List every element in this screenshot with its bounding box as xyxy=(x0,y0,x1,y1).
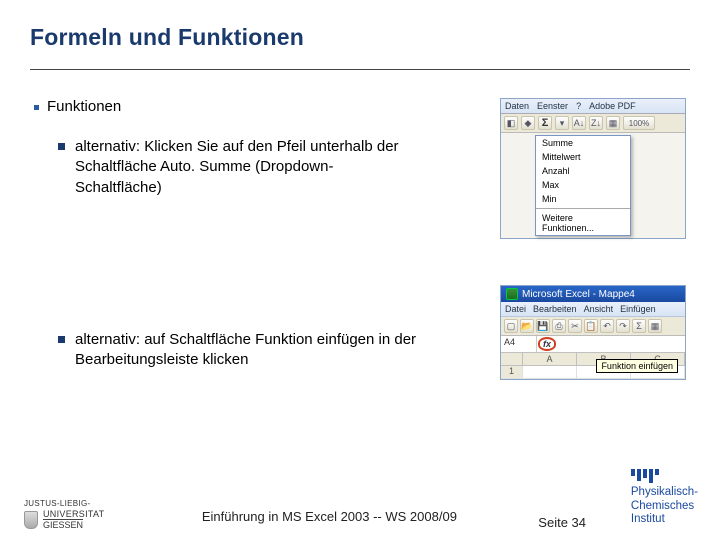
slide-title: Formeln und Funktionen xyxy=(30,24,690,51)
toolbar-button-icon: 📋 xyxy=(584,319,598,333)
bullet-level1: Funktionen xyxy=(34,98,480,115)
bullet-alt2-text: alternativ: auf Schaltfläche Funktion ei… xyxy=(75,330,418,371)
dropdown-item-mittelwert: Mittelwert xyxy=(536,150,630,164)
sort-asc-icon: A↓ xyxy=(572,116,586,130)
toolbar-button-icon: ▦ xyxy=(606,116,620,130)
excel-toolbar: ◧ ◆ Σ ▾ A↓ Z↓ ▦ 100% xyxy=(501,114,685,133)
institute-logo-bars-icon xyxy=(631,469,659,483)
excel-titlebar: Microsoft Excel - Mappe4 xyxy=(501,286,685,302)
bullet-alt1-text: alternativ: Klicken Sie auf den Pfeil un… xyxy=(75,137,418,198)
institute-line2: Chemisches xyxy=(631,500,694,513)
new-icon: ▢ xyxy=(504,319,518,333)
toolbar-button-icon: ✂ xyxy=(568,319,582,333)
cell xyxy=(523,366,577,378)
dropdown-separator xyxy=(536,208,630,209)
save-icon: 💾 xyxy=(536,319,550,333)
col-header-a: A xyxy=(523,353,577,365)
institute-line1: Physikalisch- xyxy=(631,486,698,499)
formula-bar xyxy=(557,336,685,352)
select-all-corner xyxy=(501,353,523,365)
dropdown-item-weitere: Weitere Funktionen... xyxy=(536,211,630,235)
dropdown-item-anzahl: Anzahl xyxy=(536,164,630,178)
dropdown-item-max: Max xyxy=(536,178,630,192)
excel-toolbar: ▢ 📂 💾 ⎙ ✂ 📋 ↶ ↷ Σ ▦ xyxy=(501,317,685,336)
bullet-alt1: alternativ: Klicken Sie auf den Pfeil un… xyxy=(58,137,418,198)
screenshot-autosumme-dropdown: Daten Eenster ? Adobe PDF ◧ ◆ Σ ▾ A↓ Z↓ … xyxy=(500,98,686,239)
bullet-square-icon xyxy=(58,336,65,343)
logo-text-justus-liebig: JUSTUS-LIEBIG- xyxy=(24,499,104,508)
toolbar-button-icon: ◆ xyxy=(521,116,535,130)
dropdown-item-summe: Summe xyxy=(536,136,630,150)
formula-bar-row: A4 fx xyxy=(501,336,685,353)
excel-menubar: Datei Bearbeiten Ansicht Einfügen xyxy=(501,302,685,317)
footer-page-number: Seite 34 xyxy=(538,515,586,530)
autosumme-dropdown-menu: Summe Mittelwert Anzahl Max Min Weitere … xyxy=(535,135,631,236)
menu-help: ? xyxy=(576,101,581,111)
toolbar-button-icon: ↶ xyxy=(600,319,614,333)
institute-line3: Institut xyxy=(631,513,665,526)
bullet-dot-icon xyxy=(34,105,39,110)
toolbar-button-icon: Σ xyxy=(632,319,646,333)
dropdown-arrow-icon: ▾ xyxy=(555,116,569,130)
print-icon: ⎙ xyxy=(552,319,566,333)
logo-text-universitat: UNIVERSITAT xyxy=(43,510,104,519)
bullet-alt2: alternativ: auf Schaltfläche Funktion ei… xyxy=(58,330,418,371)
menu-bearbeiten: Bearbeiten xyxy=(533,304,577,314)
toolbar-button-icon: ↷ xyxy=(616,319,630,333)
menu-ansicht: Ansicht xyxy=(584,304,614,314)
dropdown-item-min: Min xyxy=(536,192,630,206)
bullet-level1-text: Funktionen xyxy=(47,98,121,115)
menu-datei: Datei xyxy=(505,304,526,314)
logo-uni-giessen: JUSTUS-LIEBIG- UNIVERSITAT GIESSEN xyxy=(24,499,104,530)
insert-function-button: fx xyxy=(538,337,556,351)
menu-daten: Daten xyxy=(505,101,529,111)
open-icon: 📂 xyxy=(520,319,534,333)
menu-adobe-pdf: Adobe PDF xyxy=(589,101,636,111)
logo-text-giessen: GIESSEN xyxy=(43,519,83,530)
tooltip-funktion-einfuegen: Funktion einfügen xyxy=(596,359,678,373)
excel-app-icon xyxy=(506,288,518,300)
sort-desc-icon: Z↓ xyxy=(589,116,603,130)
footer-course-title: Einführung in MS Excel 2003 -- WS 2008/0… xyxy=(202,509,457,530)
shield-icon xyxy=(24,511,38,529)
menu-einfuegen: Einfügen xyxy=(620,304,656,314)
title-divider xyxy=(30,69,690,70)
row-header-1: 1 xyxy=(501,366,523,378)
autosumme-button: Σ xyxy=(538,116,552,130)
logo-institut: Physikalisch- Chemisches Institut xyxy=(631,469,698,526)
toolbar-button-icon: ◧ xyxy=(504,116,518,130)
screenshot-fx-wrapper: Microsoft Excel - Mappe4 Datei Bearbeite… xyxy=(500,285,690,380)
excel-window-title: Microsoft Excel - Mappe4 xyxy=(522,289,635,300)
bullet-square-icon xyxy=(58,143,65,150)
toolbar-button-icon: ▦ xyxy=(648,319,662,333)
excel-menubar: Daten Eenster ? Adobe PDF xyxy=(501,99,685,114)
name-box: A4 xyxy=(501,336,537,352)
menu-fenster: Eenster xyxy=(537,101,568,111)
zoom-box: 100% xyxy=(623,116,655,130)
